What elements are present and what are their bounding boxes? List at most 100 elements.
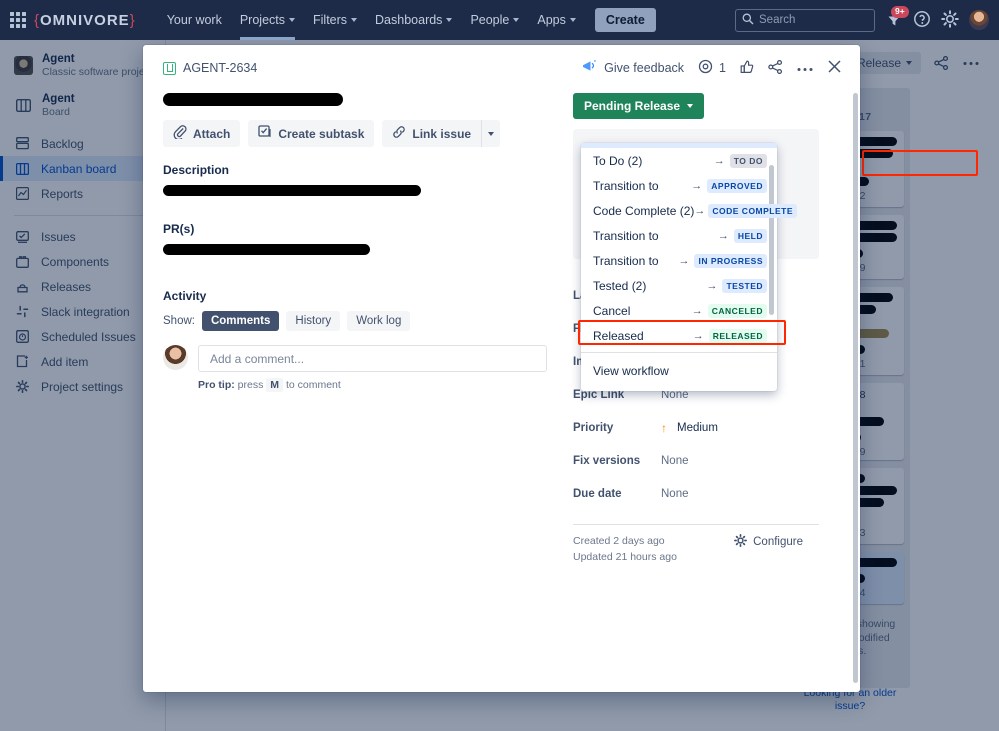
field-priority: Priority ↑ Medium: [573, 411, 819, 444]
share-button[interactable]: [768, 59, 783, 77]
modal-scrollbar[interactable]: [853, 93, 858, 683]
status-badge: CANCELED: [707, 303, 767, 318]
nav-label: Filters: [313, 13, 348, 27]
configure-button[interactable]: Configure: [734, 534, 803, 550]
tab-comments[interactable]: Comments: [201, 311, 280, 331]
dropdown-item-to-do[interactable]: To Do (2) → TO DO: [581, 148, 777, 173]
dropdown-item-label: Cancel: [593, 303, 631, 318]
close-button[interactable]: [827, 59, 842, 77]
nav-label: Dashboards: [375, 13, 443, 27]
dropdown-item-in-progress[interactable]: Transition to → IN PROGRESS: [581, 248, 777, 273]
give-feedback-button[interactable]: Give feedback: [582, 60, 684, 76]
priority-medium-icon: ↑: [661, 420, 667, 435]
story-type-icon: [163, 61, 176, 75]
modal-footer: Created 2 days ago Updated 21 hours ago …: [573, 524, 819, 566]
status-badge: TO DO: [729, 153, 767, 168]
more-actions-dropdown[interactable]: [481, 120, 501, 147]
close-icon: [827, 59, 842, 77]
modal-header-actions: Give feedback 1: [582, 59, 842, 77]
dropdown-item-view-workflow[interactable]: View workflow: [581, 357, 777, 385]
arrow-right-icon: →: [694, 204, 706, 217]
field-value[interactable]: None: [661, 455, 689, 467]
help-button[interactable]: [913, 10, 931, 31]
link-icon: [392, 125, 406, 142]
status-dropdown-button[interactable]: Pending Release: [573, 93, 705, 119]
logo-right-brace: }: [129, 11, 136, 29]
search-input[interactable]: Search: [735, 8, 875, 32]
created-text: Created 2 days ago: [573, 535, 665, 547]
pro-tip-prefix: Pro tip:: [198, 379, 235, 391]
issue-title-redacted: [163, 93, 343, 106]
dropdown-item-code-complete[interactable]: Code Complete (2) → CODE COMPLETE: [581, 198, 798, 223]
nav-item-filters[interactable]: Filters: [304, 0, 366, 40]
prs-heading: PR(s): [163, 222, 195, 236]
notification-badge: 9+: [891, 6, 909, 18]
tab-work-log[interactable]: Work log: [347, 311, 411, 331]
attach-label: Attach: [193, 126, 231, 141]
nav-label: Projects: [239, 13, 285, 27]
field-value[interactable]: None: [661, 488, 689, 500]
chevron-down-icon: [446, 18, 453, 22]
pro-tip-suffix: to comment: [285, 379, 341, 391]
nav-item-apps[interactable]: Apps: [528, 0, 585, 40]
status-badge: IN PROGRESS: [694, 253, 767, 268]
nav-item-people[interactable]: People: [461, 0, 528, 40]
chevron-down-icon: [687, 104, 694, 108]
logo-text: OMNIVORE: [40, 11, 130, 29]
issue-key: AGENT-2634: [183, 61, 258, 75]
link-issue-button[interactable]: Link issue: [382, 120, 482, 147]
app-switcher-icon[interactable]: [10, 12, 26, 28]
subtask-icon: [258, 125, 272, 142]
field-label: Due date: [573, 487, 622, 500]
settings-button[interactable]: [941, 9, 959, 31]
nav-label: Apps: [537, 13, 566, 27]
watch-icon: [698, 59, 713, 77]
nav-label: Your work: [166, 13, 222, 27]
create-button[interactable]: Create: [594, 8, 656, 32]
arrow-right-icon: →: [691, 304, 703, 317]
chevron-down-icon: [351, 18, 358, 22]
attach-icon: [173, 125, 187, 142]
create-subtask-button[interactable]: Create subtask: [248, 120, 375, 147]
arrow-right-icon: →: [713, 154, 725, 167]
give-feedback-label: Give feedback: [604, 61, 685, 75]
app-logo[interactable]: {OMNIVORE}: [34, 12, 136, 29]
avatar: [163, 345, 188, 370]
attach-button[interactable]: Attach: [163, 120, 241, 147]
dropdown-item-tested[interactable]: Tested (2) → TESTED: [581, 273, 777, 298]
chevron-down-icon: [488, 131, 495, 136]
status-badge: CODE COMPLETE: [708, 203, 798, 218]
description-heading: Description: [163, 163, 230, 177]
watch-button[interactable]: 1: [698, 59, 726, 77]
nav-right-actions: Search 9+: [735, 6, 999, 32]
nav-item-projects[interactable]: Projects: [231, 0, 304, 40]
updated-text: Updated 21 hours ago: [573, 550, 677, 563]
dropdown-item-held[interactable]: Transition to → HELD: [581, 223, 777, 248]
timestamps: Created 2 days ago Updated 21 hours ago: [573, 534, 677, 566]
show-label: Show:: [163, 315, 195, 327]
arrow-right-icon: →: [692, 329, 704, 342]
field-value[interactable]: Medium: [677, 422, 718, 434]
dropdown-item-label: Transition to: [593, 228, 659, 243]
pro-tip-mid: press: [237, 379, 264, 391]
nav-menu: Your work Projects Filters Dashboards Pe…: [158, 0, 656, 40]
more-icon: [797, 61, 813, 75]
status-label: Pending Release: [584, 99, 681, 113]
status-transition-dropdown: To Do (2) → TO DO Transition to → APPROV…: [581, 143, 798, 391]
dropdown-item-released[interactable]: Released → RELEASED: [581, 323, 777, 348]
status-badge: HELD: [733, 228, 767, 243]
field-due-date: Due date None: [573, 477, 819, 510]
dropdown-item-approved[interactable]: Transition to → APPROVED: [581, 173, 777, 198]
tab-history[interactable]: History: [286, 311, 341, 331]
profile-avatar[interactable]: [969, 10, 989, 30]
field-fix-versions: Fix versions None: [573, 444, 819, 477]
nav-label: People: [470, 13, 510, 27]
dropdown-item-cancel[interactable]: Cancel → CANCELED: [581, 298, 777, 323]
more-options-button[interactable]: [797, 61, 813, 75]
notifications-button[interactable]: 9+: [885, 6, 909, 29]
comment-input[interactable]: Add a comment...: [198, 345, 547, 372]
like-button[interactable]: [740, 60, 754, 77]
search-placeholder: Search: [759, 14, 796, 26]
nav-item-dashboards[interactable]: Dashboards: [366, 0, 461, 40]
nav-item-your-work[interactable]: Your work: [158, 0, 231, 40]
